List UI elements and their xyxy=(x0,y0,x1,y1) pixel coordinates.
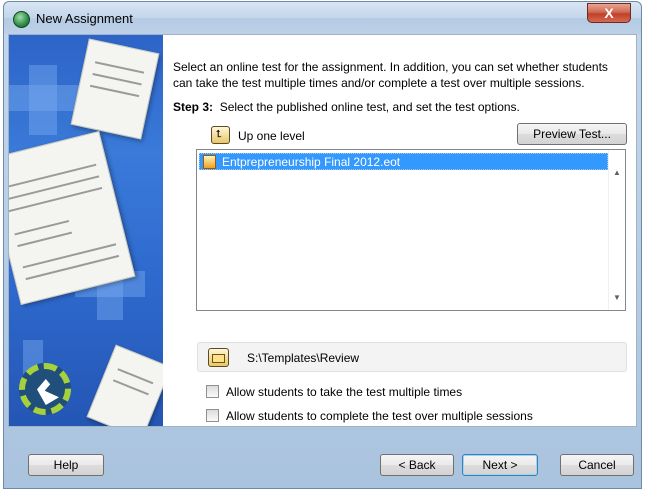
test-file-icon xyxy=(203,155,216,169)
document-image xyxy=(86,344,163,426)
app-icon xyxy=(13,11,30,28)
cancel-button[interactable]: Cancel xyxy=(560,454,634,476)
next-button[interactable]: Next > xyxy=(462,454,538,476)
back-button[interactable]: < Back xyxy=(380,454,454,476)
file-name: Entprepreneurship Final 2012.eot xyxy=(222,155,401,169)
current-path: S:\Templates\Review xyxy=(247,351,360,365)
side-illustration xyxy=(9,35,163,426)
up-one-level-label: Up one level xyxy=(238,129,305,143)
scroll-up-icon[interactable]: ▲ xyxy=(613,168,621,177)
dialog-window: New Assignment X Select an online test f… xyxy=(3,1,642,489)
plus-shape xyxy=(9,85,79,111)
help-label: Help xyxy=(53,458,79,472)
document-image xyxy=(9,130,136,306)
step-label: Step 3: xyxy=(173,100,214,114)
logo-mark-icon xyxy=(37,379,59,405)
up-arrow-icon: ⮤ xyxy=(216,129,222,140)
dialog-content: Select an online test for the assignment… xyxy=(8,34,637,427)
window-title: New Assignment xyxy=(36,11,133,26)
step-instruction: Step 3: Select the published online test… xyxy=(173,100,520,114)
scrollbar[interactable]: ▲ ▼ xyxy=(608,150,625,310)
document-image xyxy=(70,38,160,140)
preview-test-button[interactable]: Preview Test... xyxy=(517,123,627,145)
scroll-down-icon[interactable]: ▼ xyxy=(613,293,621,302)
current-path-box: S:\Templates\Review xyxy=(197,342,627,372)
help-button[interactable]: Help xyxy=(28,454,104,476)
browse-folder-button[interactable] xyxy=(208,348,229,367)
logo xyxy=(19,363,71,415)
option-label: Allow students to take the test multiple… xyxy=(226,385,463,399)
close-button[interactable]: X xyxy=(587,3,631,23)
checkbox-multiple-times[interactable] xyxy=(206,385,219,398)
checkbox-multiple-sessions[interactable] xyxy=(206,409,219,422)
title-bar[interactable]: New Assignment X xyxy=(4,2,641,34)
preview-test-label: Preview Test... xyxy=(533,127,611,141)
up-one-level-button[interactable]: ⮤ xyxy=(211,126,230,144)
cancel-label: Cancel xyxy=(578,458,616,472)
next-label: Next > xyxy=(482,458,518,472)
back-label: < Back xyxy=(398,458,436,472)
step-text: Select the published online test, and se… xyxy=(219,100,520,114)
intro-text: Select an online test for the assignment… xyxy=(173,60,608,90)
test-file-list[interactable]: Entprepreneurship Final 2012.eot ▲ ▼ xyxy=(196,149,626,311)
option-label: Allow students to complete the test over… xyxy=(226,409,533,423)
folder-icon xyxy=(212,354,225,363)
list-item[interactable]: Entprepreneurship Final 2012.eot xyxy=(199,153,608,170)
